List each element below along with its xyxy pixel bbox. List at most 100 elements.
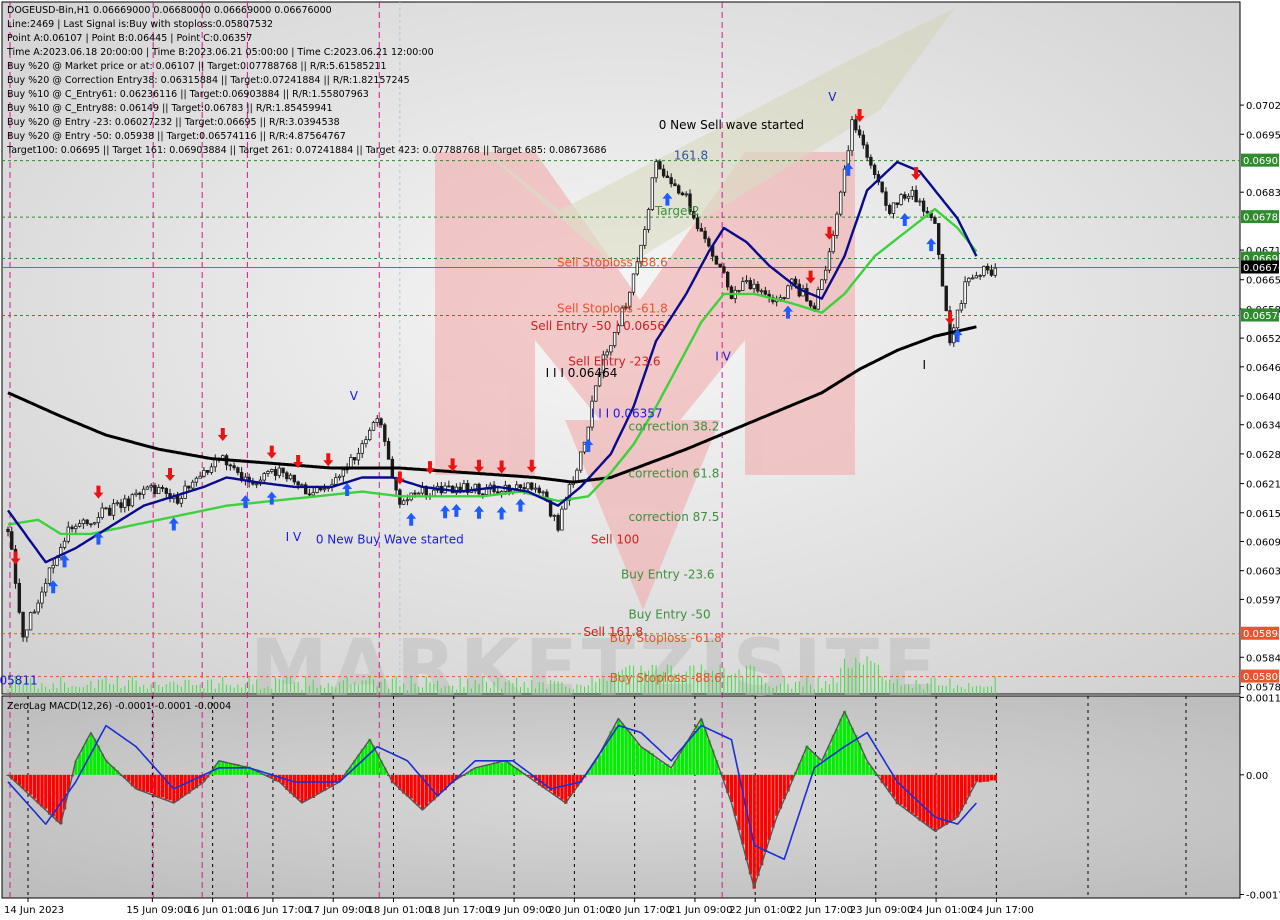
price-tag-label: 0.05898 <box>1243 629 1280 640</box>
candle-body <box>812 305 817 310</box>
candle-body <box>209 466 214 473</box>
candle-body <box>51 564 55 569</box>
candle-body <box>401 500 406 505</box>
candle-body <box>744 280 749 283</box>
candle-body <box>194 477 199 483</box>
candle-body <box>763 290 768 295</box>
annotation-text: I <box>922 358 926 372</box>
candle-body <box>89 523 93 526</box>
macd-bar <box>654 758 658 775</box>
candle-body <box>126 498 131 507</box>
macd-bar <box>319 774 323 793</box>
price-tag-label: 0.06903 <box>1243 156 1280 167</box>
macd-bar <box>307 774 312 800</box>
candle <box>579 451 583 474</box>
header-line: Buy %20 @ Entry -50: 0.05938 || Target:0… <box>7 131 346 142</box>
candle-body <box>895 202 899 205</box>
candle-body <box>514 484 519 489</box>
macd-bar <box>925 774 930 826</box>
price-tag-label: 0.06676 <box>1243 263 1280 274</box>
macd-bar <box>315 774 319 795</box>
candle-body <box>10 531 14 550</box>
x-tick-label: 20 Jun 01:00 <box>548 905 612 916</box>
candle-body <box>940 254 945 287</box>
candle-body <box>17 582 22 613</box>
candle-body <box>341 469 346 477</box>
macd-bar <box>696 725 700 775</box>
candle-body <box>85 519 89 525</box>
macd-y-tick-label: 0.0011 <box>1246 693 1280 704</box>
candle-body <box>270 469 274 472</box>
candle-body <box>236 467 240 473</box>
candle-body <box>556 514 560 531</box>
macd-bar <box>304 774 308 801</box>
macd-bar <box>827 745 832 775</box>
candle-body <box>575 469 579 482</box>
candle-body <box>918 200 922 203</box>
candle-body <box>741 281 745 291</box>
macd-bar <box>978 774 982 783</box>
macd-bar <box>25 774 29 792</box>
macd-bar <box>888 774 892 793</box>
candle-body <box>70 526 74 530</box>
candle-body <box>115 502 119 505</box>
macd-bar <box>624 728 628 775</box>
candle-body <box>379 418 383 426</box>
macd-bar <box>149 774 153 794</box>
candle-body <box>831 235 835 253</box>
candle-body <box>684 193 688 196</box>
annotation-text: Sell 100 <box>591 532 639 546</box>
macd-bar <box>228 763 233 775</box>
candle <box>130 493 135 508</box>
macd-bar <box>300 774 304 803</box>
header-line: Point A:0.06107 | Point B:0.06445 | Poin… <box>7 33 252 44</box>
header-line: Time A:2023.06.18 20:00:00 | Time B:2023… <box>6 47 434 58</box>
candle-body <box>661 168 666 177</box>
candle-body <box>383 424 387 442</box>
candle-body <box>484 488 489 495</box>
annotation-text: 0.05811 <box>0 674 38 688</box>
macd-bar <box>55 774 59 822</box>
candle-body <box>277 467 281 476</box>
candle-body <box>530 482 534 490</box>
candle-body <box>707 238 711 247</box>
macd-bar <box>846 720 850 775</box>
candle-body <box>737 289 741 292</box>
macd-bar <box>918 774 922 821</box>
annotation-text: correction 87.5 <box>629 510 720 524</box>
candle <box>17 578 22 615</box>
candle-body <box>533 487 538 490</box>
candle-body <box>481 493 485 496</box>
candle <box>827 247 832 274</box>
macd-bar <box>296 774 300 800</box>
candle-body <box>300 484 304 487</box>
candle-body <box>560 508 564 531</box>
candle-body <box>6 528 10 533</box>
candle-body <box>36 602 40 613</box>
macd-bar <box>956 774 960 817</box>
candle-body <box>756 283 760 292</box>
macd-bar <box>620 723 624 775</box>
annotation-text: Sell Entry -50 | 0.0656 <box>531 319 665 333</box>
macd-bar <box>191 774 195 790</box>
x-tick-label: 16 Jun 01:00 <box>187 905 251 916</box>
candle <box>842 165 847 197</box>
candle-body <box>861 134 866 146</box>
candle <box>888 203 892 216</box>
macd-bar <box>29 774 33 795</box>
x-tick-label: 20 Jun 17:00 <box>609 905 673 916</box>
candle-body <box>854 119 858 131</box>
candle-body <box>145 486 150 490</box>
y-tick-label: 0.06465 <box>1246 363 1280 374</box>
chart-canvas: MARKETZISITE0 New Sell wave started161.8… <box>0 1 1280 916</box>
annotation-text: Buy Entry -23.6 <box>621 568 715 582</box>
macd-bar <box>108 765 112 775</box>
x-tick-label: 24 Jun 01:00 <box>910 905 974 916</box>
x-tick-label: 18 Jun 17:00 <box>428 905 492 916</box>
candle-body <box>311 492 315 496</box>
macd-bar <box>157 774 161 798</box>
candle-body <box>903 194 907 199</box>
candle-body <box>952 327 956 344</box>
candle-body <box>104 507 108 510</box>
macd-bar <box>225 762 229 775</box>
